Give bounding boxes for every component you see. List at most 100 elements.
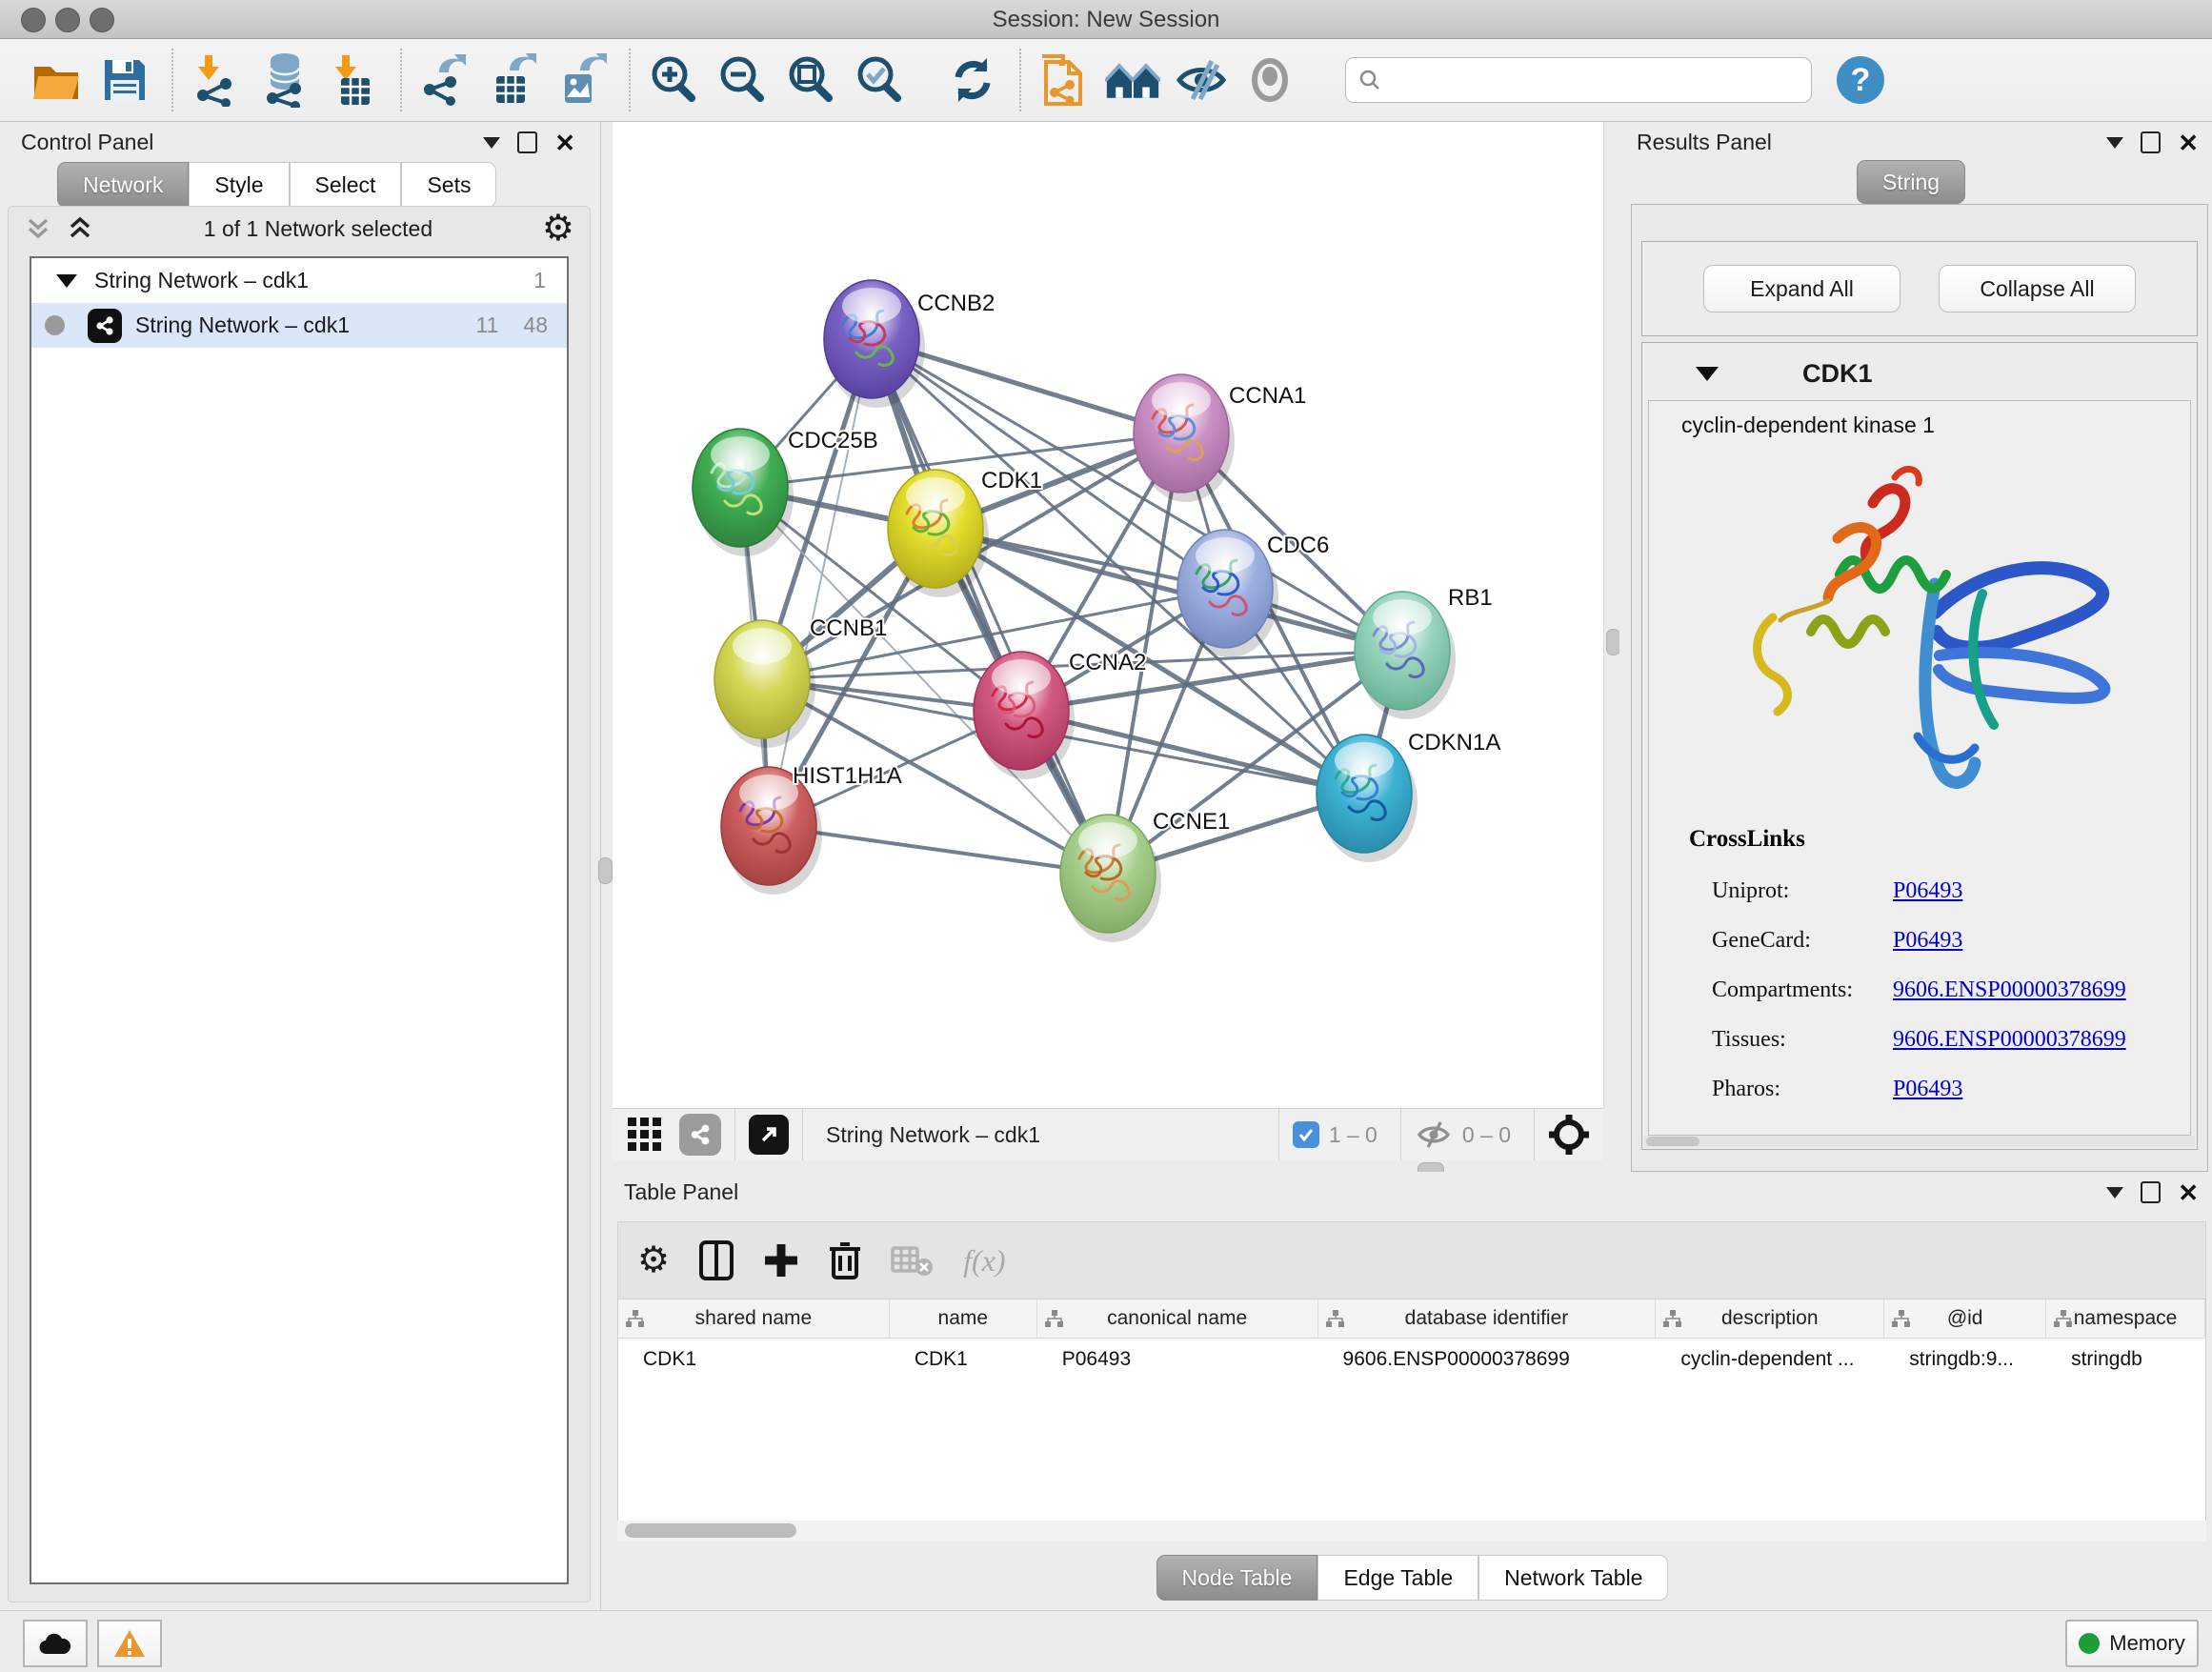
selected-checkbox-icon[interactable] [1293, 1121, 1319, 1148]
network-collection-row[interactable]: String Network – cdk1 1 [31, 258, 567, 303]
panel-menu-icon[interactable] [2106, 1187, 2123, 1199]
left-splitter-handle[interactable] [598, 857, 613, 884]
import-network-button[interactable] [189, 52, 244, 108]
search-input[interactable] [1382, 60, 1811, 100]
import-network-from-database-button[interactable] [257, 52, 312, 108]
column-header-database-identifier[interactable]: database identifier [1318, 1299, 1657, 1338]
help-button[interactable]: ? [1833, 52, 1888, 108]
table-hscrollbar[interactable] [617, 1521, 2206, 1541]
panel-menu-icon[interactable] [2106, 137, 2123, 149]
export-image-button[interactable] [554, 52, 610, 108]
collapse-all-button[interactable]: Collapse All [1939, 265, 2136, 312]
export-network-button[interactable] [417, 52, 473, 108]
tab-network-table[interactable]: Network Table [1478, 1555, 1668, 1601]
crosslink-link[interactable]: P06493 [1893, 928, 1962, 954]
zoom-out-button[interactable] [714, 52, 770, 108]
export-table-button[interactable] [486, 52, 541, 108]
table-cell[interactable]: 9606.ENSP00000378699 [1318, 1339, 1657, 1380]
expand-all-chevron-icon[interactable] [66, 216, 94, 241]
birdseye-crosshair-icon[interactable] [1548, 1114, 1590, 1156]
table-cell[interactable]: CDK1 [890, 1339, 1037, 1380]
detach-view-icon[interactable] [749, 1115, 789, 1155]
import-table-button[interactable] [326, 52, 381, 108]
show-columns-icon[interactable] [698, 1239, 734, 1281]
table-options-gear-icon[interactable]: ⚙ [637, 1242, 670, 1279]
search-box[interactable] [1345, 57, 1812, 103]
tree-expand-icon[interactable] [56, 274, 77, 288]
crosslink-link[interactable]: P06493 [1893, 878, 1962, 904]
panel-close-icon[interactable]: ✕ [2178, 1183, 2199, 1202]
crosslink-link[interactable]: 9606.ENSP00000378699 [1893, 977, 2126, 1003]
zoom-selected-button[interactable] [852, 52, 907, 108]
node-CDC25B[interactable] [693, 429, 794, 556]
tab-node-table[interactable]: Node Table [1156, 1555, 1318, 1601]
panel-float-icon[interactable] [517, 131, 537, 153]
zoom-in-button[interactable] [646, 52, 701, 108]
column-header-namespace[interactable]: namespace [2046, 1299, 2205, 1338]
panel-close-icon[interactable]: ✕ [2178, 133, 2199, 152]
panel-float-icon[interactable] [2141, 1181, 2161, 1203]
node-CDK1[interactable] [888, 470, 989, 597]
warnings-button[interactable] [97, 1620, 162, 1667]
network-options-gear-icon[interactable]: ⚙ [542, 211, 574, 247]
network-view-string-icon[interactable] [679, 1114, 721, 1156]
panel-close-icon[interactable]: ✕ [554, 133, 575, 152]
edge-CCNB2-HIST1H1A[interactable] [769, 339, 872, 826]
expand-all-button[interactable]: Expand All [1703, 265, 1900, 312]
node-CCNB1[interactable] [714, 620, 815, 748]
hide-results-button[interactable] [1174, 52, 1229, 108]
open-session-button[interactable] [29, 52, 84, 108]
import-table-icon [328, 53, 379, 107]
tab-edge-table[interactable]: Edge Table [1317, 1555, 1478, 1601]
string-home-button[interactable] [1105, 52, 1160, 108]
save-session-button[interactable] [97, 52, 152, 108]
node-CCNB2[interactable] [824, 280, 925, 408]
tab-sets[interactable]: Sets [401, 162, 496, 208]
node-CCNA1[interactable] [1134, 374, 1235, 502]
tab-select[interactable]: Select [290, 162, 402, 208]
column-header-canonical-name[interactable]: canonical name [1037, 1299, 1318, 1338]
results-hscrollbar[interactable] [1644, 1136, 2195, 1147]
column-header-shared-name[interactable]: shared name [618, 1299, 890, 1338]
zoom-fit-button[interactable] [783, 52, 838, 108]
string-import-button[interactable] [1036, 52, 1092, 108]
table-cell[interactable]: P06493 [1037, 1339, 1318, 1380]
node-CCNA2[interactable] [974, 652, 1075, 779]
node-CDC6[interactable] [1177, 530, 1278, 657]
entry-collapse-icon[interactable] [1696, 367, 1719, 381]
memory-button[interactable]: Memory [2065, 1620, 2199, 1667]
network-row-selected[interactable]: String Network – cdk1 11 48 [31, 303, 567, 348]
network-canvas[interactable]: CCNB2CCNA1CDC25BCDK1CDC6RB1CCNB1CCNA2CDK… [613, 122, 1604, 1108]
add-column-icon[interactable] [763, 1242, 799, 1279]
edge-CCNB2-CCNE1[interactable] [872, 339, 1108, 874]
tab-style[interactable]: Style [189, 162, 289, 208]
node-RB1[interactable] [1355, 592, 1456, 719]
node-CDKN1A[interactable] [1317, 735, 1418, 862]
network-label: String Network – cdk1 [135, 312, 476, 338]
column-header-description[interactable]: description [1656, 1299, 1884, 1338]
show-results-button[interactable] [1242, 52, 1297, 108]
panel-menu-icon[interactable] [483, 137, 500, 149]
table-cell[interactable]: stringdb [2046, 1339, 2205, 1380]
crosslink-link[interactable]: 9606.ENSP00000378699 [1893, 1027, 2126, 1053]
table-header-row: shared namenamecanonical namedatabase id… [618, 1299, 2205, 1339]
tab-string[interactable]: String [1857, 160, 1965, 204]
panel-float-icon[interactable] [2141, 131, 2161, 153]
column-header--id[interactable]: @id [1884, 1299, 2046, 1338]
refresh-button[interactable] [945, 52, 1000, 108]
table-cell[interactable]: stringdb:9... [1884, 1339, 2046, 1380]
column-header-name[interactable]: name [890, 1299, 1037, 1338]
node-CCNE1[interactable] [1060, 815, 1161, 942]
title-bar: Session: New Session [0, 0, 2212, 39]
eye-gray-icon [1245, 55, 1295, 105]
collapse-all-chevron-icon[interactable] [24, 216, 52, 241]
delete-column-icon[interactable] [828, 1239, 862, 1281]
right-splitter-handle[interactable] [1606, 629, 1620, 655]
table-cell[interactable]: CDK1 [618, 1339, 890, 1380]
table-cell[interactable]: cyclin-dependent ... [1656, 1339, 1884, 1380]
tab-network[interactable]: Network [57, 162, 189, 208]
cloud-button[interactable] [23, 1620, 88, 1667]
grid-view-icon[interactable] [626, 1116, 664, 1154]
crosslink-link[interactable]: P06493 [1893, 1077, 1962, 1102]
table-row[interactable]: CDK1CDK1P064939606.ENSP00000378699cyclin… [618, 1339, 2205, 1380]
